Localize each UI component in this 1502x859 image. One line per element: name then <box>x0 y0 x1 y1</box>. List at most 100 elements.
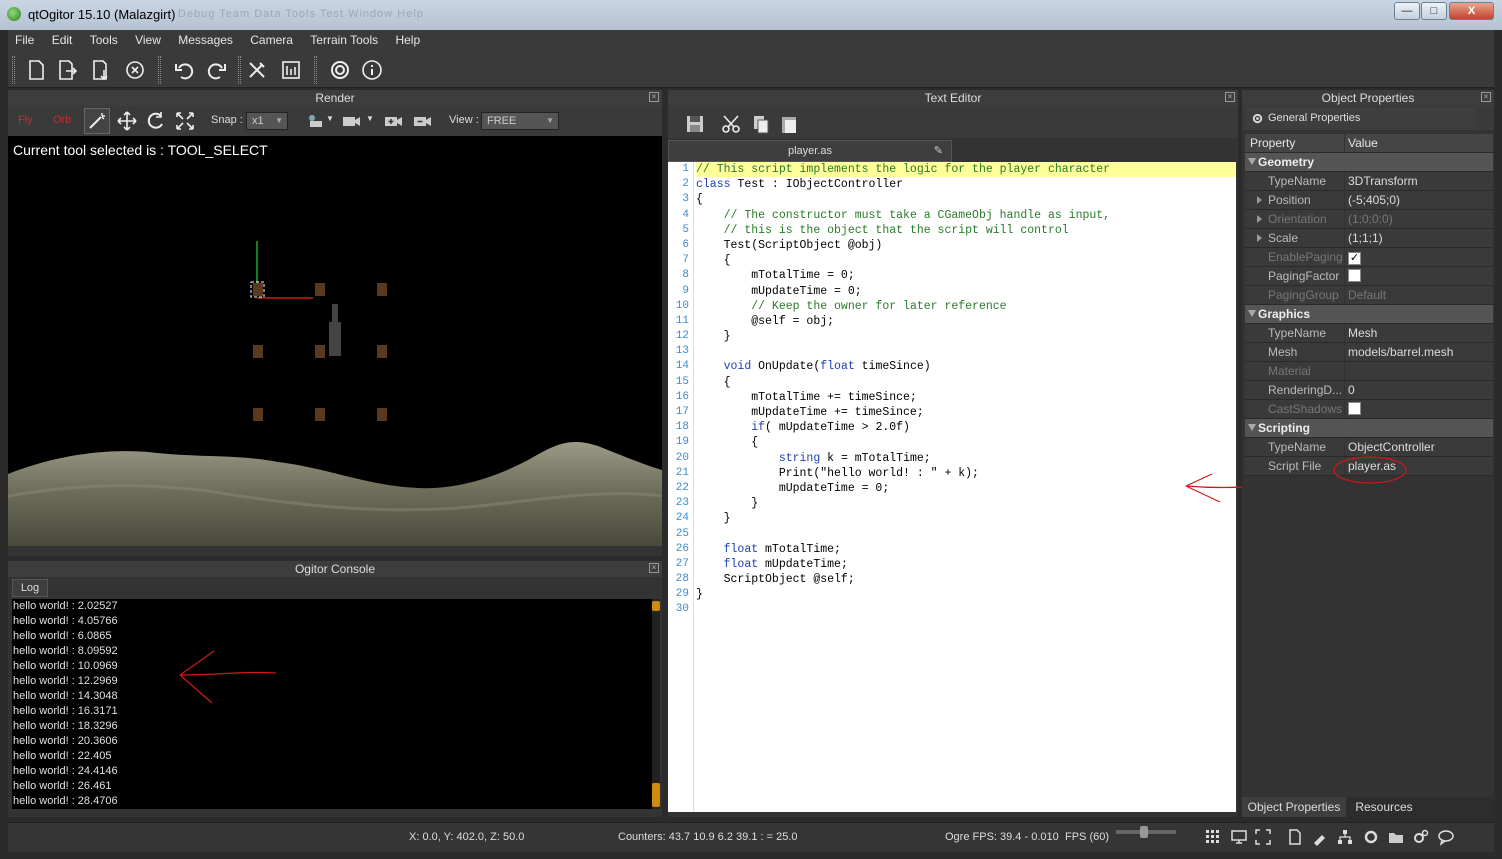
code-line[interactable]: mUpdateTime = 0; <box>696 481 1236 496</box>
tab-log[interactable]: Log <box>12 579 48 597</box>
hierarchy-button[interactable] <box>1336 828 1356 848</box>
toolbar-grip[interactable] <box>158 56 161 84</box>
menu-help[interactable]: Help <box>388 30 427 50</box>
property-value[interactable]: 0 <box>1345 381 1493 399</box>
property-value[interactable]: (-5;405;0) <box>1345 191 1493 209</box>
code-line[interactable]: float mUpdateTime; <box>696 557 1236 572</box>
chevron-right-icon[interactable] <box>1257 234 1262 242</box>
new-file-button[interactable] <box>23 57 49 83</box>
property-group[interactable]: Graphics <box>1245 305 1493 324</box>
code-line[interactable]: mUpdateTime = 0; <box>696 284 1236 299</box>
property-row[interactable]: Orientation (1;0;0;0) <box>1245 210 1493 229</box>
menu-view[interactable]: View <box>128 30 168 50</box>
monitor-button[interactable] <box>1230 828 1250 848</box>
property-value[interactable] <box>1345 362 1493 380</box>
menu-messages[interactable]: Messages <box>171 30 240 50</box>
export-button[interactable] <box>54 57 80 83</box>
property-checkbox[interactable]: ✓ <box>1348 252 1361 265</box>
menu-file[interactable]: File <box>8 30 41 50</box>
paste-button[interactable] <box>776 111 802 137</box>
property-row[interactable]: RenderingD... 0 <box>1245 381 1493 400</box>
toolbar-grip[interactable] <box>12 56 15 84</box>
orbit-mode-button[interactable]: Orb <box>53 114 71 126</box>
menu-tools[interactable]: Tools <box>83 30 125 50</box>
object-properties-close-icon[interactable]: × <box>1481 92 1491 102</box>
property-value[interactable]: (1;1;1) <box>1345 229 1493 247</box>
code-line[interactable] <box>696 602 1236 617</box>
code-line[interactable]: { <box>696 375 1236 390</box>
code-line[interactable]: ScriptObject @self; <box>696 572 1236 587</box>
chat-button[interactable] <box>1437 828 1457 848</box>
property-value[interactable]: 3DTransform <box>1345 172 1493 190</box>
camera-mode-button[interactable] <box>302 108 328 134</box>
snap-select[interactable]: x1 ▼ <box>246 112 288 130</box>
scrollbar-up[interactable] <box>652 601 660 611</box>
code-line[interactable]: } <box>696 329 1236 344</box>
code-line[interactable]: class Test : IObjectController <box>696 177 1236 192</box>
chevron-down-icon[interactable]: ▼ <box>326 114 334 123</box>
property-checkbox[interactable] <box>1348 402 1361 415</box>
property-row[interactable]: Scale (1;1;1) <box>1245 229 1493 248</box>
copy-button[interactable] <box>748 111 774 137</box>
close-scene-button[interactable] <box>122 57 148 83</box>
code-line[interactable]: Test(ScriptObject @obj) <box>696 238 1236 253</box>
tools-button[interactable] <box>244 57 270 83</box>
fps-slider[interactable] <box>1116 826 1176 838</box>
property-value[interactable]: Mesh <box>1345 324 1493 342</box>
code-line[interactable]: mTotalTime = 0; <box>696 268 1236 283</box>
pin-icon[interactable]: ✎ <box>934 141 943 161</box>
maximize-button[interactable]: □ <box>1421 2 1447 20</box>
fps-slider-knob[interactable] <box>1140 826 1148 838</box>
move-tool-button[interactable] <box>114 108 140 134</box>
code-line[interactable]: { <box>696 435 1236 450</box>
scrollbar-thumb[interactable] <box>652 783 660 807</box>
code-line[interactable]: mUpdateTime += timeSince; <box>696 405 1236 420</box>
code-line[interactable] <box>696 527 1236 542</box>
code-line[interactable]: // this is the object that the script wi… <box>696 223 1236 238</box>
render-viewport[interactable]: Current tool selected is : TOOL_SELECT <box>8 136 662 546</box>
code-line[interactable]: Print("hello world! : " + k); <box>696 466 1236 481</box>
toolbar-grip[interactable] <box>314 56 317 84</box>
code-line[interactable]: // This script implements the logic for … <box>696 162 1236 178</box>
terrain-button[interactable] <box>278 57 304 83</box>
undo-button[interactable] <box>171 57 197 83</box>
code-line[interactable]: } <box>696 587 1236 602</box>
code-line[interactable]: if( mUpdateTime > 2.0f) <box>696 420 1236 435</box>
property-row[interactable]: Position (-5;405;0) <box>1245 191 1493 210</box>
grid-view-button[interactable] <box>1204 828 1224 848</box>
code-line[interactable]: string k = mTotalTime; <box>696 451 1236 466</box>
property-checkbox[interactable] <box>1348 269 1361 282</box>
code-line[interactable]: { <box>696 253 1236 268</box>
console-panel-close-icon[interactable]: × <box>649 563 659 573</box>
add-camera-button[interactable] <box>380 108 406 134</box>
property-row[interactable]: EnablePaging ✓ <box>1245 248 1493 267</box>
redo-button[interactable] <box>204 57 230 83</box>
info-button[interactable] <box>359 57 385 83</box>
code-line[interactable]: // Keep the owner for later reference <box>696 299 1236 314</box>
rotate-tool-button[interactable] <box>142 108 168 134</box>
code-line[interactable]: } <box>696 496 1236 511</box>
save-button[interactable] <box>682 111 708 137</box>
select-tool-button[interactable] <box>84 108 110 134</box>
property-value[interactable]: Default <box>1345 286 1493 304</box>
help-button[interactable] <box>327 57 353 83</box>
chevron-right-icon[interactable] <box>1257 196 1262 204</box>
chevron-down-icon[interactable]: ▼ <box>366 114 374 123</box>
property-value[interactable]: (1;0;0;0) <box>1345 210 1493 228</box>
fly-mode-button[interactable]: Fly <box>18 114 33 126</box>
chevron-right-icon[interactable] <box>1257 215 1262 223</box>
property-row[interactable]: TypeName Mesh <box>1245 324 1493 343</box>
property-group[interactable]: Geometry <box>1245 153 1493 172</box>
tab-player-as[interactable]: player.as ✎ <box>668 140 952 162</box>
code-line[interactable]: mTotalTime += timeSince; <box>696 390 1236 405</box>
tab-general-properties[interactable]: General Properties <box>1246 108 1476 130</box>
import-button[interactable] <box>88 57 114 83</box>
minimize-button[interactable]: — <box>1394 2 1420 20</box>
plugins-button[interactable] <box>1412 828 1432 848</box>
camera-button[interactable] <box>338 108 364 134</box>
code-line[interactable]: // The constructor must take a CGameObj … <box>696 208 1236 223</box>
property-row[interactable]: CastShadows <box>1245 400 1493 419</box>
text-editor-close-icon[interactable]: × <box>1225 92 1235 102</box>
cut-button[interactable] <box>718 111 744 137</box>
code-lines[interactable]: // This script implements the logic for … <box>696 162 1236 618</box>
